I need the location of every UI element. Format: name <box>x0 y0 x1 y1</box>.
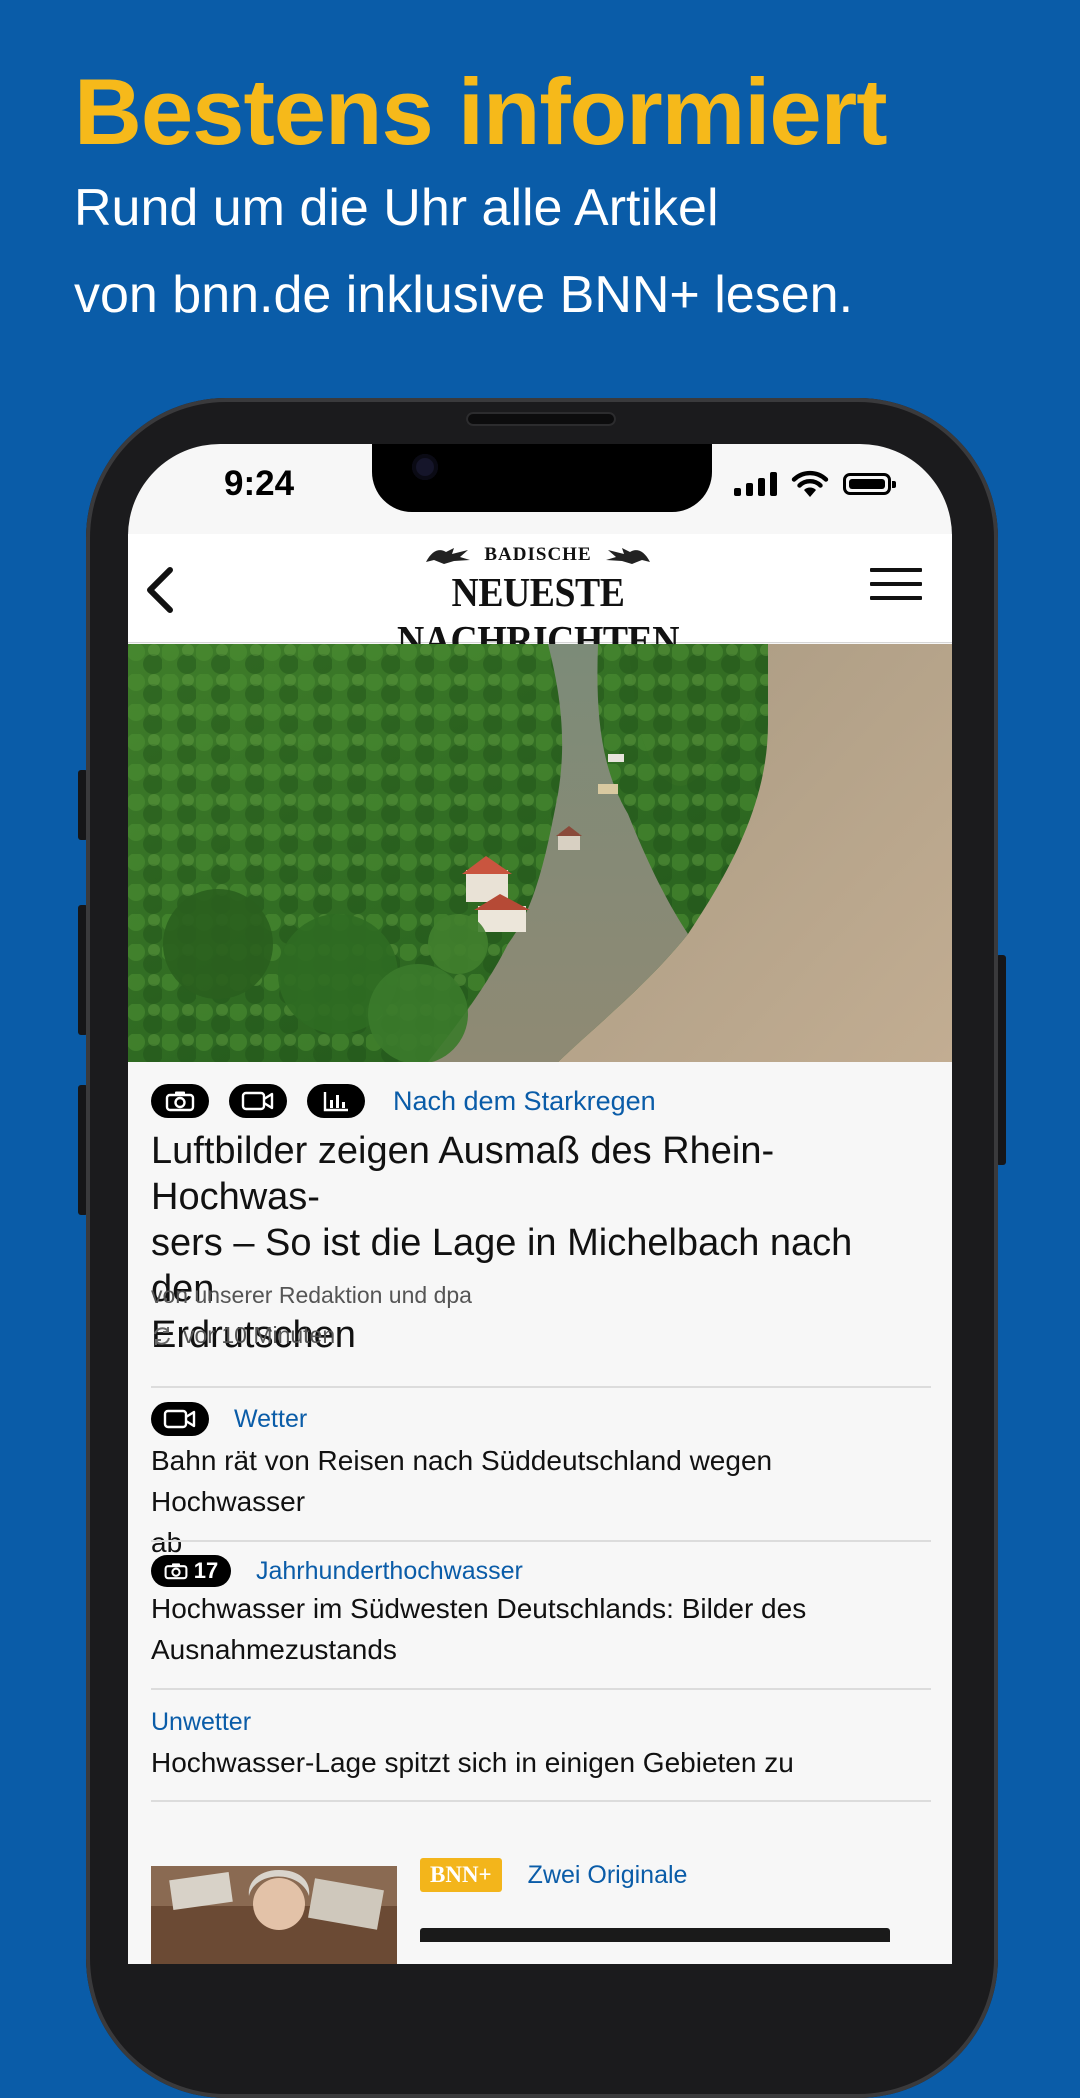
photo-badge <box>151 1084 209 1118</box>
status-icons <box>734 470 896 498</box>
article-2-title-line-2: Ausnahmezustands <box>151 1634 397 1665</box>
griffin-right-icon <box>605 548 650 564</box>
menu-button[interactable] <box>870 568 922 608</box>
back-button[interactable] <box>136 562 186 618</box>
article-3-title[interactable]: Hochwasser-Lage spitzt sich in einigen G… <box>151 1742 926 1783</box>
lead-author: von unserer Redaktion und dpa <box>151 1282 472 1308</box>
status-time: 9:24 <box>224 464 295 503</box>
article-3-title-line-1: Hochwasser-Lage spitzt sich in einigen G… <box>151 1747 794 1778</box>
menu-icon <box>870 568 922 600</box>
promo-headline: Bestens informiert <box>74 59 888 164</box>
article-1-title-line-1: Bahn rät von Reisen nach Süddeutschland … <box>151 1445 773 1517</box>
article-4-kicker[interactable]: Zwei Originale <box>528 1861 688 1890</box>
bnn-plus-badge: BNN+ <box>420 1858 502 1892</box>
lead-time: vor 10 Minuten <box>183 1322 336 1348</box>
photo-count-badge: 17 <box>151 1555 231 1587</box>
chart-badge <box>307 1084 365 1118</box>
app-header: BADISCHE NEUESTE NACHRICHTEN <box>128 534 952 663</box>
cellular-signal-icon <box>734 472 777 496</box>
article-3-tags-row: Unwetter <box>151 1708 251 1737</box>
video-icon <box>163 1409 196 1429</box>
article-1-tags-row: Wetter <box>151 1402 307 1436</box>
article-3-kicker[interactable]: Unwetter <box>151 1708 251 1737</box>
video-badge <box>229 1084 287 1118</box>
photo-count: 17 <box>193 1558 219 1583</box>
front-camera <box>412 454 438 480</box>
article-2-title[interactable]: Hochwasser im Südwesten Deutschlands: Bi… <box>151 1588 926 1670</box>
divider <box>151 1540 931 1542</box>
camera-icon <box>164 1563 188 1580</box>
article-2-tags-row: 17 Jahrhunderthochwasser <box>151 1555 523 1587</box>
hero-image[interactable] <box>128 644 952 1062</box>
promo-subline-2: von bnn.de inklusive BNN+ lesen. <box>74 266 854 324</box>
article-4-title-partial[interactable] <box>420 1912 930 1942</box>
promo-subline-1: Rund um die Uhr alle Artikel <box>74 179 719 237</box>
video-badge <box>151 1402 209 1436</box>
griffin-left-icon <box>426 548 471 564</box>
phone-screen: 9:24 BADISCHE NEUESTE NACHRICHTEN Nach d… <box>128 444 952 1964</box>
video-icon <box>241 1091 274 1111</box>
article-4-thumbnail[interactable] <box>151 1866 397 1964</box>
article-1-title[interactable]: Bahn rät von Reisen nach Süddeutschland … <box>151 1440 926 1563</box>
phone-speaker <box>466 412 616 426</box>
article-2-title-line-1: Hochwasser im Südwesten Deutschlands: Bi… <box>151 1593 807 1624</box>
phone-notch <box>372 444 712 512</box>
article-1-kicker[interactable]: Wetter <box>234 1405 307 1434</box>
back-icon <box>147 567 173 613</box>
divider <box>151 1800 931 1802</box>
article-4-tags-row: BNN+ Zwei Originale <box>420 1858 687 1892</box>
divider <box>151 1688 931 1690</box>
lead-title-line-1: Luftbilder zeigen Ausmaß des Rhein-Hochw… <box>151 1130 775 1218</box>
wifi-icon <box>791 470 829 497</box>
refresh-icon <box>154 1326 170 1345</box>
logo-top-text: BADISCHE <box>484 544 592 565</box>
article-2-kicker[interactable]: Jahrhunderthochwasser <box>256 1557 523 1586</box>
battery-icon <box>843 473 896 495</box>
chart-icon <box>323 1092 348 1112</box>
divider <box>151 1386 931 1388</box>
lead-tags-row: Nach dem Starkregen <box>151 1084 656 1118</box>
camera-icon <box>165 1091 195 1112</box>
lead-time-row: vor 10 Minuten <box>151 1322 335 1349</box>
lead-kicker[interactable]: Nach dem Starkregen <box>393 1086 656 1117</box>
